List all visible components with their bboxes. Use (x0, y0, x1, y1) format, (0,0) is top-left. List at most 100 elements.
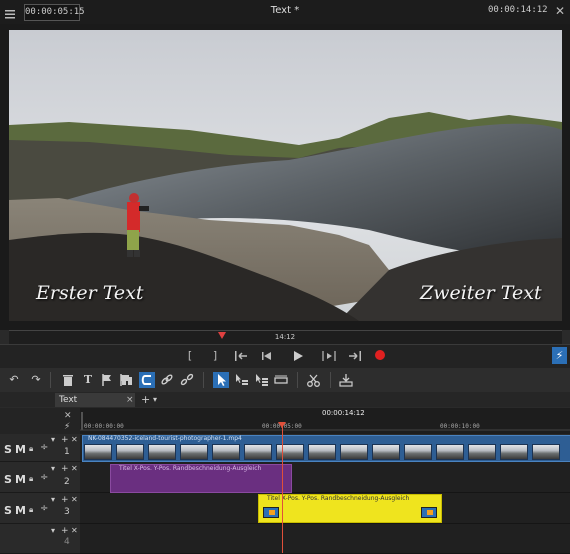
lock-icon[interactable]: 🔒︎ (29, 474, 33, 484)
unlink-icon[interactable] (179, 372, 195, 388)
set-out-button[interactable]: ] (207, 349, 223, 363)
mute-button[interactable]: M (15, 504, 26, 517)
scissors-icon[interactable] (306, 372, 322, 388)
insert-icon[interactable] (338, 372, 354, 388)
tab-text[interactable]: Text × (55, 393, 135, 407)
go-to-start-icon (235, 351, 247, 361)
flash-icon[interactable]: ⚡ (552, 347, 567, 364)
clip-thumbnail (180, 444, 208, 460)
add-tab-button[interactable]: + (141, 393, 150, 406)
clip-thumbnail (532, 444, 560, 460)
clip-thumbnail (372, 444, 400, 460)
toolbar-divider (50, 372, 51, 388)
chevron-down-icon[interactable]: ▾ (51, 435, 55, 444)
cursor-icon[interactable] (213, 372, 229, 388)
close-icon[interactable]: × (126, 393, 134, 407)
clip-thumbnail (308, 444, 336, 460)
current-timecode[interactable]: 00:00:05:15 (24, 4, 85, 21)
mode-all-icon[interactable] (253, 372, 269, 388)
toolbar-divider (297, 372, 298, 388)
keyframe-icon[interactable] (263, 507, 279, 518)
go-to-end-icon (349, 351, 361, 361)
add-icon[interactable]: + (61, 435, 69, 445)
clip-thumbnail (276, 444, 304, 460)
lock-icon[interactable]: 🔒︎ (29, 505, 33, 515)
set-in-button[interactable]: [ (182, 349, 198, 363)
title-clip-2-label: Titel X-Pos. Y-Pos. Randbeschneidung-Aus… (267, 495, 410, 502)
clip-thumbnail (148, 444, 176, 460)
ruler-ticks (80, 412, 570, 431)
keyframe-icon[interactable] (421, 507, 437, 518)
playhead-handle[interactable] (278, 422, 286, 428)
solo-button[interactable]: S (4, 473, 12, 486)
text-icon[interactable]: T (80, 372, 96, 388)
position-marker[interactable] (218, 332, 226, 339)
overlay-text-right: Zweiter Text (420, 282, 542, 304)
magnet-icon[interactable] (139, 372, 155, 388)
go-to-in-button[interactable] (233, 349, 249, 363)
height-icon[interactable]: ÷ (40, 472, 48, 483)
title-clip-1-label: Titel X-Pos. Y-Pos. Randbeschneidung-Aus… (119, 465, 262, 472)
toolbar-divider (330, 372, 331, 388)
chevron-down-icon[interactable]: ▾ (51, 464, 55, 473)
tab-text-label: Text (59, 395, 78, 405)
clip-thumbnail (404, 444, 432, 460)
go-to-out-button[interactable] (347, 349, 363, 363)
mute-button[interactable]: M (15, 473, 26, 486)
close-icon[interactable]: ✕ (71, 464, 78, 473)
skip-back-icon (262, 352, 271, 360)
solo-button[interactable]: S (4, 504, 12, 517)
transport-bar (0, 344, 570, 369)
flash-icon[interactable]: ⚡ (64, 422, 70, 432)
total-duration: 00:00:14:12 (488, 5, 548, 15)
flag-icon[interactable] (99, 372, 115, 388)
solo-button[interactable]: S (4, 443, 12, 456)
undo-icon[interactable]: ↶ (6, 372, 22, 388)
play-selection-button[interactable] (321, 349, 337, 363)
trim-icon[interactable] (120, 372, 136, 388)
clip-thumbnail (468, 444, 496, 460)
track-lane-4[interactable] (80, 524, 570, 554)
redo-icon[interactable]: ↷ (28, 372, 44, 388)
track-number: 3 (64, 507, 70, 517)
previous-button[interactable] (259, 349, 275, 363)
overlay-text-left: Erster Text (36, 282, 144, 304)
clip-thumbnail (212, 444, 240, 460)
height-icon[interactable]: ÷ (40, 442, 48, 453)
window-title: Text * (270, 5, 300, 16)
close-icon[interactable]: ✕ (71, 435, 78, 444)
ruler-tick-label: 00:00:10:00 (440, 423, 480, 430)
chevron-down-icon[interactable]: ▾ (51, 495, 55, 504)
landscape-image (9, 30, 562, 321)
close-icon[interactable]: ✕ (71, 526, 78, 535)
close-icon[interactable]: ✕ (553, 4, 567, 18)
close-icon[interactable]: ✕ (64, 411, 72, 421)
play-icon (294, 351, 303, 361)
height-icon[interactable]: ÷ (40, 503, 48, 514)
clip-thumbnail (500, 444, 528, 460)
link-icon[interactable] (159, 372, 175, 388)
video-clip-label: NK-084470352-iceland-tourist-photographe… (88, 435, 242, 442)
add-icon[interactable]: + (61, 495, 69, 505)
record-icon[interactable] (375, 350, 385, 360)
playhead[interactable] (282, 425, 283, 553)
clip-thumbnail (244, 444, 272, 460)
trash-icon[interactable] (60, 372, 76, 388)
toolbar-divider (203, 372, 204, 388)
play-button[interactable] (290, 349, 306, 363)
chevron-down-icon[interactable]: ▾ (153, 395, 157, 404)
track-number: 2 (64, 477, 70, 487)
clip-thumbnail (84, 444, 112, 460)
menu-icon[interactable] (4, 5, 16, 19)
position-time: 14:12 (274, 333, 296, 341)
mode-track-icon[interactable] (233, 372, 249, 388)
ruler-tick-label: 00:00:00:00 (84, 423, 124, 430)
add-icon[interactable]: + (61, 526, 69, 536)
lock-icon[interactable]: 🔒︎ (29, 444, 33, 454)
mute-button[interactable]: M (15, 443, 26, 456)
play-range-icon (322, 351, 336, 361)
close-icon[interactable]: ✕ (71, 495, 78, 504)
add-icon[interactable]: + (61, 464, 69, 474)
range-icon[interactable] (273, 372, 289, 388)
chevron-down-icon[interactable]: ▾ (51, 526, 55, 535)
